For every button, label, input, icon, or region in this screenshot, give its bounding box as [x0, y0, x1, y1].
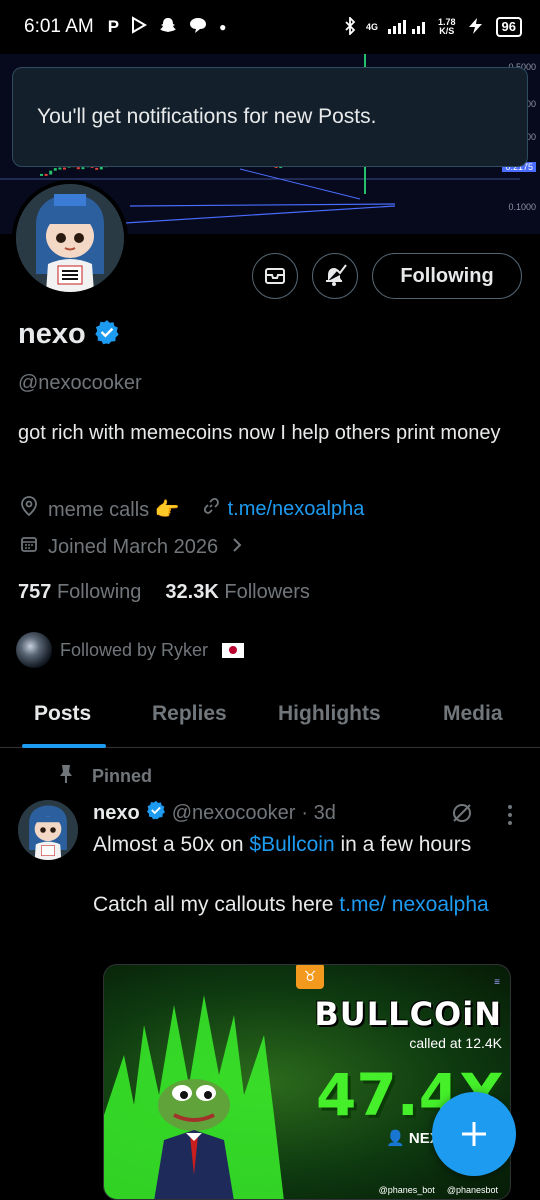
message-button[interactable] [252, 253, 298, 299]
cashtag-link[interactable]: $Bullcoin [249, 833, 334, 856]
chevron-right-icon [232, 536, 242, 559]
post-body: Almost a 50x on $Bullcoin in a few hours… [93, 830, 523, 920]
tab-media[interactable]: Media [443, 702, 503, 726]
media-subtitle: called at 12.4K [409, 1035, 502, 1051]
pinned-label-row: Pinned [58, 764, 152, 789]
followers-stat[interactable]: 32.3K Followers [165, 581, 310, 604]
post-time: · 3d [301, 801, 336, 824]
japan-flag-icon [222, 642, 245, 658]
status-app-icons: P ● [107, 15, 227, 39]
p-icon: P [107, 17, 120, 36]
post-author-handle: @nexocooker [171, 801, 296, 824]
avatar-image [16, 184, 124, 292]
link-icon [202, 497, 220, 521]
profile-bio: got rich with memecoins now I help other… [18, 422, 501, 444]
profile-name-row: nexo [18, 318, 120, 351]
status-time: 6:01 AM [24, 16, 94, 37]
dot-icon: ● [219, 20, 227, 34]
mail-icon [265, 268, 285, 284]
avatar [16, 632, 52, 668]
followed-by-row[interactable]: Followed by Ryker [16, 632, 245, 668]
candle [95, 167, 99, 170]
verified-badge-icon [146, 800, 166, 826]
followed-by-text: Followed by Ryker [60, 639, 209, 660]
post-author-name[interactable]: nexo [93, 802, 140, 825]
notify-button[interactable] [312, 253, 358, 299]
candle [49, 170, 53, 175]
profile-tabs: Posts Replies Highlights Media [0, 688, 540, 748]
candle [40, 173, 43, 176]
post-text-line: Almost a 50x on $Bullcoin in a few hours [93, 833, 472, 856]
status-bar: 6:01 AM P ● 4G 1.78 K/S 96 [0, 0, 540, 54]
media-footer-handle: @phanesbot [446, 1185, 498, 1195]
candle [76, 167, 80, 170]
battery-level: 96 [495, 17, 522, 37]
media-footer: @phanes_bot @phanesbot [379, 1185, 498, 1195]
grok-icon[interactable] [450, 801, 474, 830]
network-type: 4G [365, 21, 378, 32]
bluetooth-icon [344, 15, 356, 38]
following-button[interactable]: Following [372, 253, 522, 299]
chat-icon [189, 16, 207, 39]
media-title: BULLCOiN [314, 995, 502, 1033]
media-footer-handle: @phanes_bot [378, 1185, 435, 1195]
profile-joined-row[interactable]: Joined March 2026 [20, 535, 242, 559]
pin-icon [58, 764, 74, 789]
profile-location: meme calls 👉 [48, 498, 180, 521]
verified-badge-icon [94, 319, 120, 350]
charging-icon [466, 17, 486, 38]
user-icon: 👤 [386, 1130, 405, 1147]
compose-post-button[interactable] [432, 1092, 516, 1176]
profile-link[interactable]: t.me/nexoalpha [228, 498, 365, 521]
tab-posts[interactable]: Posts [34, 702, 91, 726]
tab-indicator [22, 744, 106, 748]
plus-icon [462, 1122, 486, 1146]
tab-highlights[interactable]: Highlights [278, 702, 381, 726]
more-options-icon[interactable] [506, 804, 514, 831]
play-icon [131, 15, 148, 39]
candle [63, 167, 66, 170]
profile-joined: Joined March 2026 [48, 535, 219, 558]
snapchat-icon [159, 16, 177, 39]
telegram-link[interactable]: t.me/ nexoalpha [339, 893, 488, 916]
avatar-image [18, 800, 78, 860]
profile-handle: @nexocooker [18, 372, 142, 394]
pinned-label: Pinned [92, 766, 153, 786]
status-right-icons: 4G 1.78 K/S 96 [344, 15, 522, 38]
post-header: nexo @nexocooker · 3d [93, 800, 336, 826]
axis-label: 0.1000 [508, 202, 536, 212]
post-text-line: Catch all my callouts here t.me/ nexoalp… [93, 893, 489, 916]
net-speed: 1.78 K/S [438, 17, 456, 36]
candle [58, 167, 62, 170]
signal-icon [388, 18, 428, 37]
profile-stats: 757 Following 32.3K Followers [18, 581, 310, 604]
candle [53, 168, 57, 171]
notification-toast[interactable]: You'll get notifications for new Posts. [12, 67, 528, 167]
profile-name: nexo [18, 318, 86, 350]
calendar-icon [20, 535, 38, 559]
following-stat[interactable]: 757 Following [18, 581, 141, 604]
tab-replies[interactable]: Replies [152, 702, 227, 726]
post-avatar[interactable] [18, 800, 78, 860]
location-icon [20, 496, 38, 522]
toast-text: You'll get notifications for new Posts. [37, 105, 377, 128]
profile-avatar[interactable] [12, 180, 128, 296]
candle [44, 173, 48, 176]
candle [81, 167, 85, 170]
profile-meta-row: meme calls 👉 t.me/nexoalpha [20, 496, 364, 522]
bell-check-icon [326, 264, 347, 286]
